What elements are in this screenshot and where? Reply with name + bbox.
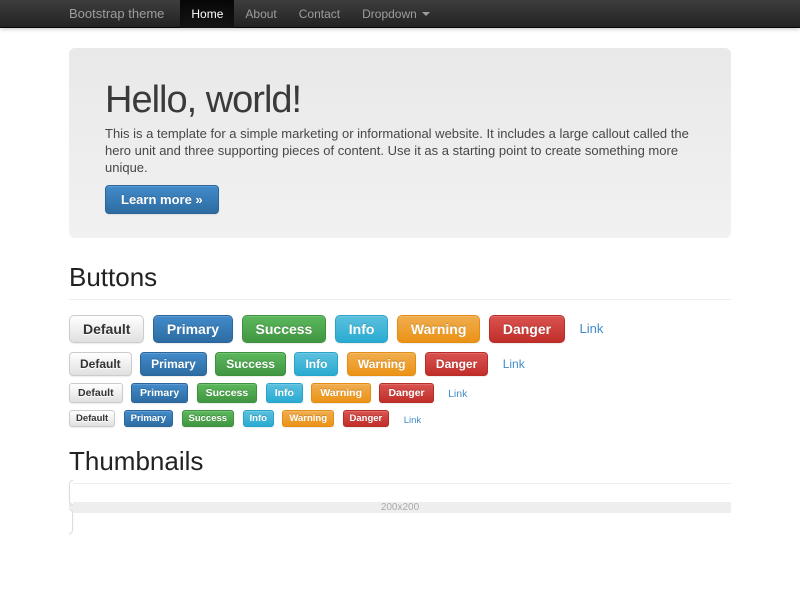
navbar-nav: Home About Contact Dropdown xyxy=(180,0,440,28)
navbar-brand[interactable]: Bootstrap theme xyxy=(69,0,164,28)
button-row-default: Default Primary Success Info Warning Dan… xyxy=(69,352,731,376)
danger-button-sm[interactable]: Danger xyxy=(379,383,433,403)
button-row-small: Default Primary Success Info Warning Dan… xyxy=(69,383,731,403)
default-button-lg[interactable]: Default xyxy=(69,315,144,343)
buttons-section-title: Buttons xyxy=(69,264,731,290)
thumbnails-section-title: Thumbnails xyxy=(69,448,731,474)
hero-unit: Hello, world! This is a template for a s… xyxy=(69,48,731,238)
link-button-xs[interactable]: Link xyxy=(404,415,421,426)
navbar-inner: Bootstrap theme Home About Contact Dropd… xyxy=(69,0,731,28)
danger-button-xs[interactable]: Danger xyxy=(343,410,390,427)
link-button-md[interactable]: Link xyxy=(503,357,525,371)
primary-button-sm[interactable]: Primary xyxy=(131,383,188,403)
info-button-md[interactable]: Info xyxy=(294,352,338,376)
nav-item-contact[interactable]: Contact xyxy=(288,0,351,28)
primary-button-md[interactable]: Primary xyxy=(140,352,207,376)
nav-item-contact-label: Contact xyxy=(299,0,340,28)
warning-button-md[interactable]: Warning xyxy=(347,352,417,376)
info-button-sm[interactable]: Info xyxy=(266,383,303,403)
default-button-sm[interactable]: Default xyxy=(69,383,123,403)
danger-button-md[interactable]: Danger xyxy=(425,352,488,376)
button-row-large: Default Primary Success Info Warning Dan… xyxy=(69,315,731,343)
danger-button-lg[interactable]: Danger xyxy=(489,315,565,343)
primary-button-lg[interactable]: Primary xyxy=(153,315,233,343)
success-button-sm[interactable]: Success xyxy=(197,383,258,403)
nav-item-about[interactable]: About xyxy=(234,0,287,28)
nav-item-dropdown-label: Dropdown xyxy=(362,0,417,28)
link-button-sm[interactable]: Link xyxy=(448,388,467,400)
navbar: Bootstrap theme Home About Contact Dropd… xyxy=(0,0,800,28)
info-button-lg[interactable]: Info xyxy=(335,315,389,343)
info-button-xs[interactable]: Info xyxy=(243,410,274,427)
link-button-lg[interactable]: Link xyxy=(580,321,604,336)
nav-item-home[interactable]: Home xyxy=(180,0,234,28)
warning-button-lg[interactable]: Warning xyxy=(397,315,480,343)
nav-item-dropdown[interactable]: Dropdown xyxy=(351,0,441,28)
primary-button-xs[interactable]: Primary xyxy=(124,410,173,427)
nav-item-home-label: Home xyxy=(191,0,223,28)
success-button-md[interactable]: Success xyxy=(215,352,286,376)
placeholder-image-label: 200x200 xyxy=(381,502,419,513)
default-button-md[interactable]: Default xyxy=(69,352,132,376)
placeholder-image: 200x200 xyxy=(69,502,731,513)
success-button-lg[interactable]: Success xyxy=(242,315,327,343)
warning-button-sm[interactable]: Warning xyxy=(311,383,371,403)
warning-button-xs[interactable]: Warning xyxy=(282,410,334,427)
success-button-xs[interactable]: Success xyxy=(182,410,235,427)
default-button-xs[interactable]: Default xyxy=(69,410,115,427)
nav-item-about-label: About xyxy=(245,0,276,28)
learn-more-button[interactable]: Learn more » xyxy=(105,185,219,214)
button-row-extra-small: Default Primary Success Info Warning Dan… xyxy=(69,410,731,428)
hero-title: Hello, world! xyxy=(105,81,695,119)
hero-description: This is a template for a simple marketin… xyxy=(105,125,695,176)
caret-down-icon xyxy=(422,12,430,16)
buttons-page-header: Buttons xyxy=(69,264,731,300)
thumbnails-page-header: Thumbnails xyxy=(69,448,731,484)
thumbnail-item[interactable]: 200x200 xyxy=(69,480,731,534)
